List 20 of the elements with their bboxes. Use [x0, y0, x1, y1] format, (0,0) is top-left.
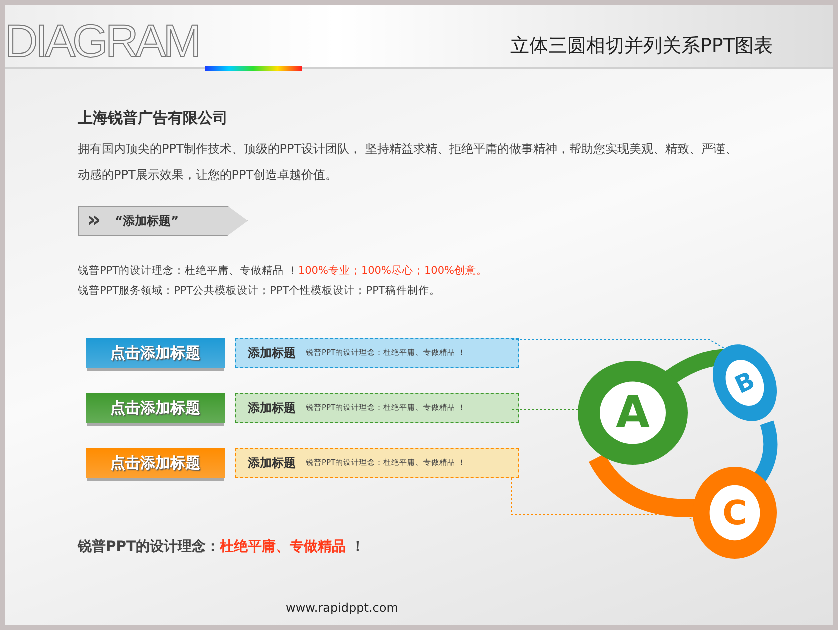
ring-letter: A [616, 388, 650, 438]
company-description: 拥有国内顶尖的PPT制作技术、顶级的PPT设计团队， 坚持精益求精、拒绝平庸的做事精神，帮助您实现美观、精致、严谨、动感的PPT展示效果，让您的PPT创造卓越价值。 [78, 141, 738, 184]
ring-letter: B [730, 366, 760, 400]
logo-text: DIAGRAM [5, 15, 200, 67]
title-button[interactable]: 点击添加标题 [86, 393, 225, 423]
slide-title: 立体三圆相切并列关系PPT图表 [510, 34, 773, 59]
slogan: 锐普PPT的设计理念：杜绝平庸、专做精品 ！ [78, 538, 366, 556]
company-name: 上海锐普广告有限公司 [78, 109, 229, 128]
arc-connector [754, 421, 778, 482]
title-button[interactable]: 点击添加标题 [86, 448, 225, 478]
note-line: 锐普PPT的设计理念：杜绝平庸、专做精品 ！100%专业；100%尽心；100%创意。 [78, 264, 488, 278]
footer-url: www.rapidppt.com [286, 601, 398, 615]
chevron-icon: » [87, 210, 102, 232]
box-title: 添加标题 [248, 454, 296, 472]
title-button[interactable]: 点击添加标题 [86, 338, 225, 368]
tag-label: “添加标题” [115, 212, 179, 230]
box-title: 添加标题 [248, 344, 296, 362]
note-line: 锐普PPT服务领域：PPT公共模板设计；PPT个性模板设计；PPT稿件制作。 [78, 284, 442, 298]
box-title: 添加标题 [248, 400, 296, 416]
ring-letter: C [722, 494, 748, 532]
